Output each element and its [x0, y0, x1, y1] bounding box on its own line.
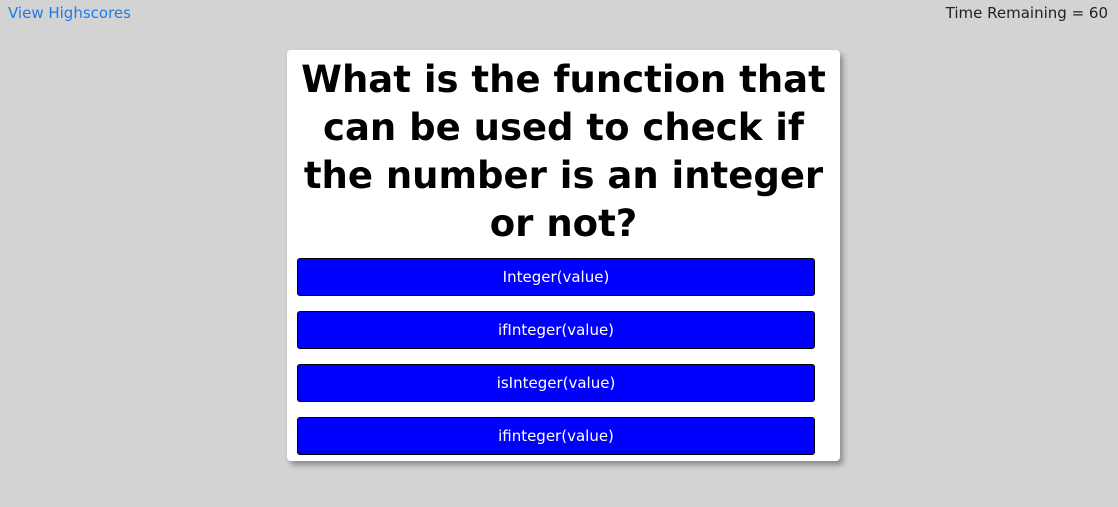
top-bar: View Highscores Time Remaining = 60 — [0, 0, 1118, 28]
quiz-card: What is the function that can be used to… — [287, 50, 840, 461]
answer-button-2[interactable]: ifInteger(value) — [297, 311, 815, 349]
time-remaining-text: Time Remaining = 60 — [945, 4, 1108, 22]
answer-button-4[interactable]: ifinteger(value) — [297, 417, 815, 455]
view-highscores-link[interactable]: View Highscores — [8, 4, 131, 22]
answer-list: Integer(value) ifInteger(value) isIntege… — [297, 258, 830, 455]
question-text: What is the function that can be used to… — [301, 58, 826, 245]
answer-button-1[interactable]: Integer(value) — [297, 258, 815, 296]
answer-button-3[interactable]: isInteger(value) — [297, 364, 815, 402]
